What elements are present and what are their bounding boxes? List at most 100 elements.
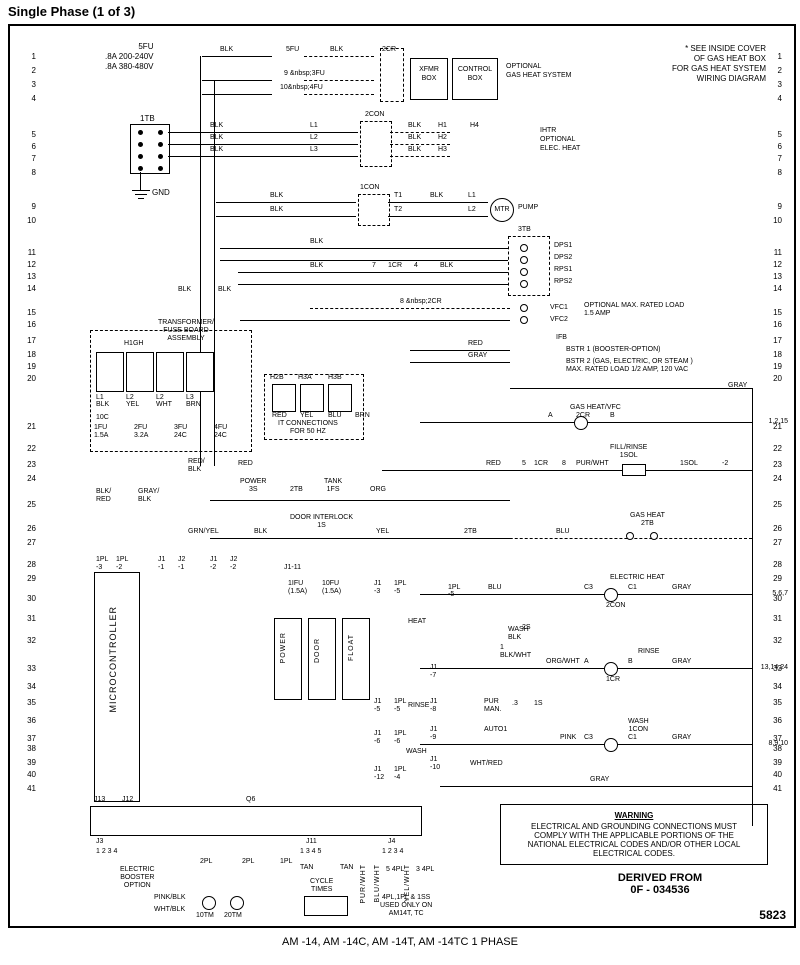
bottom-conn-box: [90, 806, 422, 836]
itb-label: 1TB: [140, 114, 155, 123]
label: 3 4PL: [416, 866, 434, 873]
drawing-number: 5823: [759, 908, 786, 922]
label: 1PL-5: [394, 698, 406, 714]
label: BLK/RED: [96, 488, 111, 504]
label: GRAY: [468, 352, 487, 359]
row-number-right: 9: [768, 202, 782, 211]
label: 10FU(1.5A): [322, 580, 341, 596]
label: ELECTRIC HEAT: [610, 574, 665, 581]
row-number-left: 30: [22, 594, 36, 603]
row-number-left: 2: [22, 66, 36, 75]
power-btn: [274, 618, 302, 700]
wire-label: BLK: [210, 146, 223, 153]
label: BSTR 1 (BOOSTER-OPTION): [566, 346, 661, 353]
wire-label: BLK: [218, 286, 231, 293]
label: 1CON: [360, 184, 379, 191]
label: J11: [306, 838, 317, 845]
row-number-left: 19: [22, 362, 36, 371]
label: 8 &nbsp;2CR: [400, 298, 442, 305]
row-number-left: 31: [22, 614, 36, 623]
label: BLK: [310, 262, 323, 269]
label: PUR/WHT: [576, 460, 609, 467]
row-number-left: 23: [22, 460, 36, 469]
row-number-left: 13: [22, 272, 36, 281]
row-number-left: 27: [22, 538, 36, 547]
wire-label: BLK: [210, 122, 223, 129]
row-number-left: 3: [22, 80, 36, 89]
label: 1PL: [280, 858, 292, 865]
label: RED/BLK: [188, 458, 205, 474]
label: J1-6: [374, 730, 381, 746]
label: J1-7: [430, 664, 437, 680]
label: PURMAN.: [484, 698, 502, 714]
row-number-right: 2: [768, 66, 782, 75]
row-number-right: 40: [768, 770, 782, 779]
row-number-left: 1: [22, 52, 36, 61]
label: BSTR 2 (GAS, ELECTRIC, OR STEAM )MAX. RA…: [566, 358, 693, 374]
label: 5 4PL: [386, 866, 404, 873]
row-number-right: 4: [768, 94, 782, 103]
door-btn: [308, 618, 336, 700]
label: 2TB: [464, 528, 477, 535]
label: WASH1CON: [628, 718, 649, 734]
row-number-right: 18: [768, 350, 782, 359]
row-number-left: 38: [22, 744, 36, 753]
label: GRN/YEL: [188, 528, 219, 535]
label: VFC1: [550, 304, 568, 311]
transformer-label: TRANSFORMER/FUSE BOARDASSEMBLY: [158, 319, 214, 343]
label: 1CR: [534, 460, 548, 467]
label: 4FU24C: [214, 424, 227, 440]
row-number-right: 27: [768, 538, 782, 547]
row-number-right: 41: [768, 784, 782, 793]
label: J1-8: [430, 698, 437, 714]
row-number-right: 13: [768, 272, 782, 281]
wire-label: BLK: [408, 146, 421, 153]
row-number-left: 40: [22, 770, 36, 779]
wire-label: BLK: [408, 122, 421, 129]
label: 2TB: [290, 486, 303, 493]
row-number-right: 14: [768, 284, 782, 293]
label: J1-5: [374, 698, 381, 714]
row-number-left: 32: [22, 636, 36, 645]
label: H1GH: [124, 340, 143, 347]
label: 1PL-6: [394, 730, 406, 746]
cycle-times-box: [304, 896, 348, 916]
2cr-box: [380, 48, 404, 102]
1con: [358, 194, 390, 226]
label: BLK: [254, 528, 267, 535]
label: BLK: [440, 262, 453, 269]
label: RINSE: [638, 648, 659, 655]
row-number-right: 39: [768, 758, 782, 767]
wire-label: L3: [310, 146, 318, 153]
label: 1PL-2: [116, 556, 128, 572]
row-number-left: 29: [22, 574, 36, 583]
row-number-right: 17: [768, 336, 782, 345]
row-number-left: 41: [22, 784, 36, 793]
label: J1-12: [374, 766, 384, 782]
label: RPS1: [554, 266, 572, 273]
row-number-left: 12: [22, 260, 36, 269]
label: J3: [96, 838, 103, 845]
label: 2FU3.2A: [134, 424, 148, 440]
label: J1-9: [430, 726, 437, 742]
row-number-right: 19: [768, 362, 782, 371]
wire-label: L1: [468, 192, 476, 199]
label: RED: [486, 460, 501, 467]
label: POWER: [280, 632, 287, 663]
label: WHT/BLK: [154, 906, 185, 913]
label: ORG/WHT: [546, 658, 580, 665]
label: 20TM: [224, 912, 242, 919]
label: B: [610, 412, 615, 419]
wire-label: BLK: [430, 192, 443, 199]
label: J1-11: [284, 564, 301, 571]
row-number-right: 36: [768, 716, 782, 725]
wire-label: L1: [310, 122, 318, 129]
label: J2-2: [230, 556, 237, 572]
label: ELECTRICBOOSTEROPTION: [120, 866, 155, 890]
label: ORG: [370, 486, 386, 493]
row-number-left: 10: [22, 216, 36, 225]
label: DPS2: [554, 254, 572, 261]
label: 1CR: [606, 676, 620, 683]
label: 3TB: [518, 226, 531, 233]
label: RINSE: [408, 702, 429, 709]
